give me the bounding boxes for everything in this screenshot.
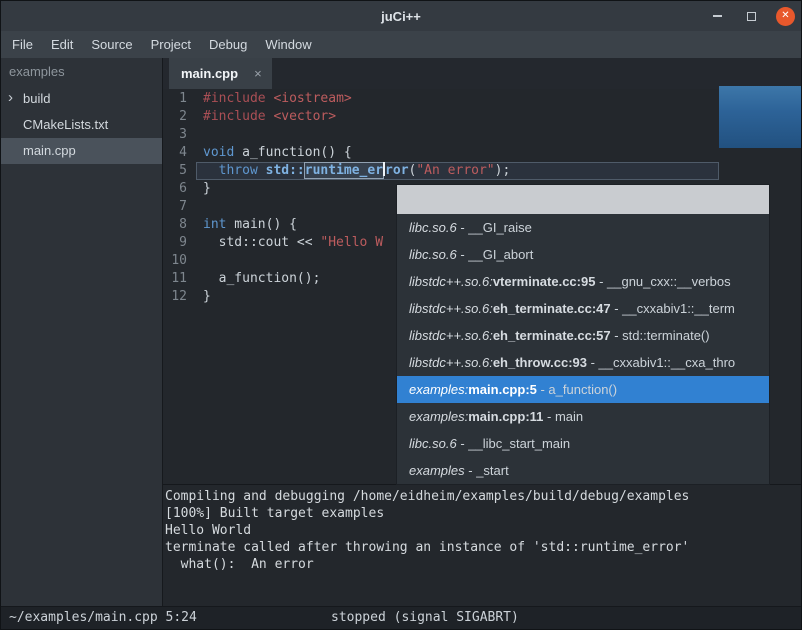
backtrace-item[interactable]: libc.so.6 - __libc_start_main <box>397 430 769 457</box>
terminal-line: terminate called after throwing an insta… <box>165 539 801 556</box>
restore-button[interactable] <box>742 7 761 26</box>
line-number: 4 <box>163 144 196 162</box>
code-line-3[interactable]: 3 <box>163 126 801 144</box>
line-number: 8 <box>163 216 196 234</box>
line-number: 7 <box>163 198 196 216</box>
backtrace-item[interactable]: examples:main.cpp:5 - a_function() <box>397 376 769 403</box>
menu-item-project[interactable]: Project <box>142 32 200 57</box>
terminal-output[interactable]: Compiling and debugging /home/eidheim/ex… <box>163 484 801 606</box>
minimize-button[interactable] <box>708 7 727 26</box>
status-bar: ~/examples/main.cpp 5:24 stopped (signal… <box>1 606 801 629</box>
code-text: } <box>196 180 211 198</box>
doc-tooltip <box>719 86 802 148</box>
code-text <box>196 252 203 270</box>
tree-item-label: build <box>23 91 50 106</box>
tab-label: main.cpp <box>181 66 238 81</box>
status-debug-state: stopped (signal SIGABRT) <box>331 610 519 625</box>
tree-item-label: CMakeLists.txt <box>23 117 108 132</box>
line-number: 11 <box>163 270 196 288</box>
chevron-right-icon: › <box>8 85 13 111</box>
file-tree-items: › build CMakeLists.txt main.cpp <box>1 86 162 164</box>
code-line-1[interactable]: 1#include <iostream> <box>163 90 801 108</box>
line-number: 3 <box>163 126 196 144</box>
tree-item-build[interactable]: › build <box>1 86 162 112</box>
close-icon: ✕ <box>781 11 789 21</box>
backtrace-item[interactable]: examples:main.cpp:11 - main <box>397 403 769 430</box>
project-root-label: examples <box>1 58 162 86</box>
code-line-4[interactable]: 4void a_function() { <box>163 144 801 162</box>
code-line-5[interactable]: 5 throw std::runtime_error("An error"); <box>163 162 801 180</box>
line-number: 2 <box>163 108 196 126</box>
backtrace-item[interactable]: libstdc++.so.6:eh_terminate.cc:57 - std:… <box>397 322 769 349</box>
backtrace-item[interactable]: libc.so.6 - __GI_raise <box>397 214 769 241</box>
status-file-position: ~/examples/main.cpp 5:24 <box>9 610 197 625</box>
backtrace-item[interactable]: examples - _start <box>397 457 769 484</box>
terminal-line: what(): An error <box>165 556 801 573</box>
tab-main-cpp[interactable]: main.cpp × <box>169 58 272 89</box>
tree-item-label: main.cpp <box>23 143 76 158</box>
menu-item-source[interactable]: Source <box>82 32 141 57</box>
line-number: 12 <box>163 288 196 306</box>
backtrace-popup: libc.so.6 - __GI_raiselibc.so.6 - __GI_a… <box>396 184 770 485</box>
line-number: 5 <box>163 162 196 180</box>
backtrace-item[interactable]: libc.so.6 - __GI_abort <box>397 241 769 268</box>
code-text: #include <vector> <box>196 108 336 126</box>
editor-column: main.cpp × 1#include <iostream>2#include… <box>163 58 801 606</box>
minimize-icon <box>713 15 722 17</box>
backtrace-list: libc.so.6 - __GI_raiselibc.so.6 - __GI_a… <box>397 214 769 484</box>
code-text: } <box>196 288 211 306</box>
code-text: void a_function() { <box>196 144 352 162</box>
menu-item-file[interactable]: File <box>3 32 42 57</box>
code-line-2[interactable]: 2#include <vector> <box>163 108 801 126</box>
terminal-line: Compiling and debugging /home/eidheim/ex… <box>165 488 801 505</box>
tab-close-icon[interactable]: × <box>254 66 262 81</box>
code-text: throw std::runtime_error("An error"); <box>196 162 719 180</box>
line-number: 6 <box>163 180 196 198</box>
tree-item-main-cpp[interactable]: main.cpp <box>1 138 162 164</box>
terminal-line: Hello World <box>165 522 801 539</box>
popup-search-field[interactable] <box>397 185 769 214</box>
menubar: FileEditSourceProjectDebugWindow <box>1 31 801 58</box>
file-tree-panel: examples › build CMakeLists.txt main.cpp <box>1 58 163 606</box>
backtrace-item[interactable]: libstdc++.so.6:eh_terminate.cc:47 - __cx… <box>397 295 769 322</box>
terminal-line: [100%] Built target examples <box>165 505 801 522</box>
code-editor[interactable]: 1#include <iostream>2#include <vector>34… <box>163 89 801 484</box>
window-title: juCi++ <box>381 9 421 24</box>
backtrace-item[interactable]: libstdc++.so.6:eh_throw.cc:93 - __cxxabi… <box>397 349 769 376</box>
code-text: a_function(); <box>196 270 320 288</box>
tree-item-cmakelists-txt[interactable]: CMakeLists.txt <box>1 112 162 138</box>
menu-item-debug[interactable]: Debug <box>200 32 256 57</box>
code-text: int main() { <box>196 216 297 234</box>
backtrace-item[interactable]: libstdc++.so.6:vterminate.cc:95 - __gnu_… <box>397 268 769 295</box>
line-number: 9 <box>163 234 196 252</box>
code-text <box>196 126 203 144</box>
tab-bar: main.cpp × <box>163 58 801 89</box>
code-text <box>196 198 203 216</box>
menu-item-window[interactable]: Window <box>256 32 320 57</box>
window-controls: ✕ <box>708 1 795 31</box>
line-number: 1 <box>163 90 196 108</box>
line-number: 10 <box>163 252 196 270</box>
code-text: std::cout << "Hello W <box>196 234 383 252</box>
titlebar: juCi++ ✕ <box>1 1 801 31</box>
app-window: juCi++ ✕ FileEditSourceProjectDebugWindo… <box>0 0 802 630</box>
code-text: #include <iostream> <box>196 90 352 108</box>
close-button[interactable]: ✕ <box>776 7 795 26</box>
main-area: examples › build CMakeLists.txt main.cpp ma… <box>1 58 801 606</box>
restore-icon <box>747 12 756 21</box>
menu-item-edit[interactable]: Edit <box>42 32 82 57</box>
